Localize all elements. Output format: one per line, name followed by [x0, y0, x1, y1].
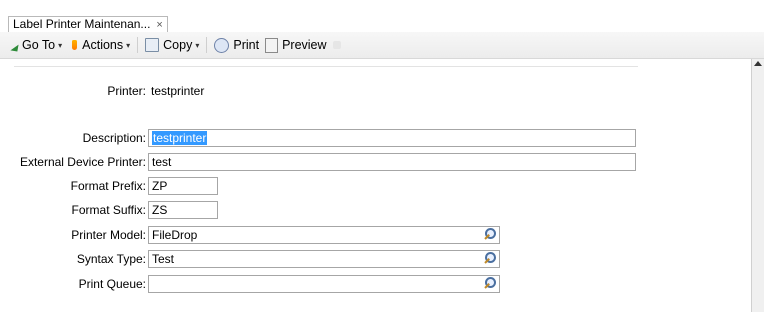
description-field[interactable]: testprinter [148, 129, 636, 147]
goto-arrow-icon [10, 42, 19, 52]
chevron-down-icon: ▾ [126, 40, 131, 50]
faded-icon [332, 41, 341, 49]
preview-icon [265, 37, 279, 53]
printer-model-label: Printer Model: [71, 228, 146, 242]
printer-model-lookup-icon[interactable] [484, 228, 497, 241]
external-device-printer-field[interactable]: test [148, 153, 636, 171]
toolbar-separator [206, 37, 208, 53]
goto-button[interactable]: Go To ▾ [8, 38, 65, 52]
syntax-type-lookup-icon[interactable] [484, 252, 497, 265]
lightbulb-icon [72, 40, 78, 50]
format-prefix-field[interactable]: ZP [148, 177, 218, 195]
description-label: Description: [82, 131, 146, 145]
print-icon [214, 37, 230, 53]
actions-button[interactable]: Actions ▾ [65, 38, 133, 52]
section-divider [14, 66, 638, 67]
goto-label: Go To [22, 38, 56, 52]
tab-strip: Label Printer Maintenan... × [0, 0, 764, 33]
print-queue-label: Print Queue: [78, 277, 146, 291]
tab-label-printer-maintenance[interactable]: Label Printer Maintenan... × [8, 16, 168, 33]
format-suffix-field[interactable]: ZS [148, 201, 218, 219]
syntax-type-field[interactable]: Test [148, 250, 500, 268]
preview-label: Preview [282, 38, 327, 52]
print-queue-lookup-icon[interactable] [484, 277, 497, 290]
print-button[interactable]: Print [211, 37, 262, 53]
copy-icon [145, 38, 160, 52]
actions-label: Actions [82, 38, 124, 52]
printer-model-field[interactable]: FileDrop [148, 226, 500, 244]
vertical-scrollbar[interactable] [751, 59, 764, 312]
format-prefix-label: Format Prefix: [70, 179, 146, 193]
tab-close-icon[interactable]: × [156, 19, 162, 31]
printer-value: testprinter [151, 84, 205, 98]
print-queue-field[interactable] [148, 275, 500, 293]
scroll-up-arrow-icon[interactable] [754, 61, 762, 66]
chevron-down-icon: ▾ [58, 40, 63, 50]
external-device-printer-label: External Device Printer: [19, 155, 146, 169]
print-label: Print [233, 38, 260, 52]
preview-button[interactable]: Preview [262, 37, 329, 53]
copy-button[interactable]: Copy ▾ [142, 38, 202, 52]
description-value: testprinter [152, 131, 208, 145]
chevron-down-icon: ▾ [195, 40, 200, 50]
toolbar: Go To ▾ Actions ▾ Copy ▾ Print Preview [0, 32, 764, 59]
syntax-type-label: Syntax Type: [76, 252, 146, 266]
format-suffix-label: Format Suffix: [71, 203, 146, 217]
copy-label: Copy [163, 38, 193, 52]
printer-label: Printer: [107, 84, 146, 98]
toolbar-separator [137, 37, 139, 53]
disabled-toolbar-button [330, 41, 348, 49]
tab-title: Label Printer Maintenan... [13, 17, 151, 31]
